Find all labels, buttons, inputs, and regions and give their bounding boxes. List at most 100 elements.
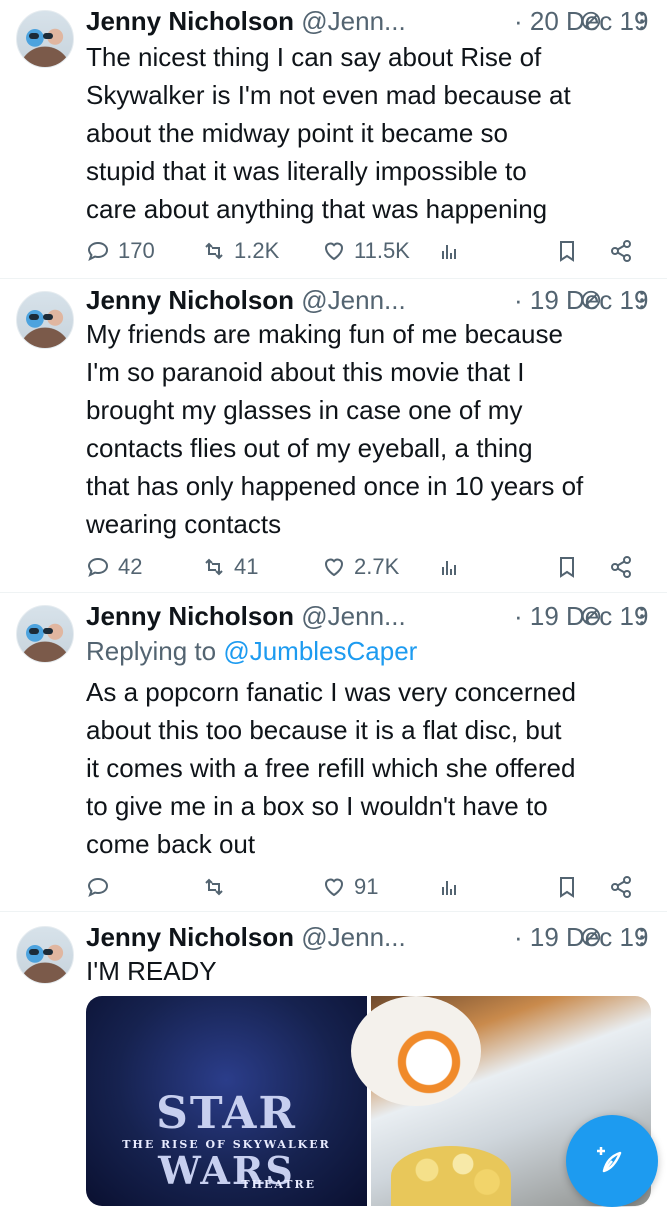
bookmark-button[interactable]	[552, 233, 582, 269]
replying-to: Replying to @JumblesCaper	[86, 633, 417, 669]
text-line: that has only happened once in 10 years …	[86, 471, 584, 501]
author-name[interactable]: Jenny Nicholson	[86, 922, 294, 952]
heart-icon	[324, 558, 344, 577]
share-button[interactable]	[606, 549, 636, 585]
repost-button[interactable]	[202, 869, 234, 905]
feather-plus-icon	[597, 1147, 622, 1173]
repost-button[interactable]: 41	[202, 549, 258, 585]
text-line: I'm so paranoid about this movie that I	[86, 357, 525, 387]
avatar[interactable]	[16, 10, 74, 68]
repost-count: 1.2K	[234, 238, 280, 263]
heart-icon	[324, 242, 344, 261]
author-handle[interactable]: @Jenn...	[301, 601, 405, 631]
poster-theatre-text: THEATRE	[241, 1178, 316, 1191]
tweet-actions: 170 1.2K 11.5K	[86, 233, 646, 269]
bb8-figure	[351, 996, 481, 1106]
reply-button[interactable]	[86, 869, 118, 905]
tweet-text: As a popcorn fanatic I was very concerne…	[86, 673, 646, 863]
bar-chart-icon	[442, 561, 456, 575]
text-line: The nicest thing I can say about Rise of	[86, 42, 542, 72]
avatar[interactable]	[16, 605, 74, 663]
share-icon	[611, 876, 631, 898]
repost-arrows-icon	[205, 558, 223, 576]
bookmark-button[interactable]	[552, 549, 582, 585]
vertical-dots-icon[interactable]	[630, 603, 654, 629]
bookmark-icon	[560, 241, 574, 262]
heart-icon	[324, 878, 344, 897]
text-line: it comes with a free refill which she of…	[86, 753, 576, 783]
like-button[interactable]: 91	[322, 869, 378, 905]
avatar[interactable]	[16, 291, 74, 349]
repost-arrows-icon	[205, 878, 223, 896]
bar-chart-icon	[442, 245, 456, 259]
share-icon	[611, 556, 631, 578]
speech-bubble-icon	[87, 557, 109, 577]
author-name[interactable]: Jenny Nicholson	[86, 6, 294, 36]
replying-to-label: Replying to	[86, 636, 217, 666]
repost-count: 41	[234, 554, 259, 579]
text-line: Skywalker is I'm not even mad because at	[86, 80, 571, 110]
bookmark-button[interactable]	[552, 869, 582, 905]
text-line: My friends are making fun of me because	[86, 319, 563, 349]
speech-bubble-icon	[87, 877, 109, 897]
like-count: 91	[354, 874, 379, 899]
share-button[interactable]	[606, 233, 636, 269]
repost-button[interactable]: 1.2K	[202, 233, 279, 269]
bookmark-icon	[560, 877, 574, 898]
author-handle[interactable]: @Jenn...	[301, 285, 405, 315]
tweet-1[interactable]: Jenny Nicholson @Jenn... · 20 Dec 19 The…	[0, 0, 667, 279]
like-button[interactable]: 2.7K	[322, 549, 399, 585]
speech-bubble-icon	[87, 241, 109, 261]
replying-to-user-link[interactable]: @JumblesCaper	[223, 636, 417, 666]
vertical-dots-icon[interactable]	[630, 924, 654, 950]
no-entry-circle-icon	[581, 11, 601, 31]
repost-arrows-icon	[205, 242, 223, 260]
text-line: about this too because it is a flat disc…	[86, 715, 562, 745]
text-line: come back out	[86, 829, 256, 859]
like-button[interactable]: 11.5K	[322, 233, 410, 269]
avatar[interactable]	[16, 926, 74, 984]
author-handle[interactable]: @Jenn...	[301, 922, 405, 952]
author-handle[interactable]: @Jenn...	[301, 6, 405, 36]
vertical-dots-icon[interactable]	[630, 287, 654, 313]
tweet-actions: 42 41 2.7K	[86, 549, 646, 585]
share-button[interactable]	[606, 869, 636, 905]
no-entry-circle-icon	[581, 606, 601, 626]
tweet-2[interactable]: Jenny Nicholson @Jenn... · 19 Dec 19 My …	[0, 279, 667, 593]
reply-count: 170	[118, 238, 155, 263]
timeline-feed: Jenny Nicholson @Jenn... · 20 Dec 19 The…	[0, 0, 667, 1207]
bar-chart-icon	[442, 881, 456, 895]
reply-count: 42	[118, 554, 143, 579]
reply-button[interactable]: 170	[86, 233, 155, 269]
text-line: As a popcorn fanatic I was very concerne…	[86, 677, 576, 707]
poster-star-text: STAR	[156, 1088, 297, 1139]
tweet-media-grid[interactable]: STAR THE RISE OF SKYWALKER WARS THEATRE	[86, 996, 651, 1206]
like-count: 11.5K	[354, 238, 410, 263]
author-name[interactable]: Jenny Nicholson	[86, 285, 294, 315]
text-line: to give me in a box so I wouldn't have t…	[86, 791, 548, 821]
tweet-text: The nicest thing I can say about Rise of…	[86, 38, 646, 228]
share-icon	[611, 240, 631, 262]
text-line: about the midway point it became so	[86, 118, 509, 148]
tweet-text: My friends are making fun of me because …	[86, 315, 646, 543]
popcorn-pile	[391, 1146, 511, 1206]
text-line: wearing contacts	[86, 509, 282, 539]
reply-button[interactable]: 42	[86, 549, 142, 585]
tweet-text: I'M READY	[86, 952, 646, 990]
author-name[interactable]: Jenny Nicholson	[86, 601, 294, 631]
text-line: contacts flies out of my eyeball, a thin…	[86, 433, 533, 463]
views-button[interactable]	[434, 869, 464, 905]
views-button[interactable]	[434, 549, 464, 585]
text-line: brought my glasses in case one of my	[86, 395, 523, 425]
no-entry-circle-icon	[581, 290, 601, 310]
tweet-actions: 91	[86, 869, 646, 905]
compose-post-button[interactable]	[566, 1115, 658, 1207]
tweet-3[interactable]: Jenny Nicholson @Jenn... · 19 Dec 19 Rep…	[0, 593, 667, 912]
bookmark-icon	[560, 557, 574, 578]
no-entry-circle-icon	[581, 927, 601, 947]
text-line: care about anything that was happening	[86, 194, 548, 224]
media-image-star-wars-theatre[interactable]: STAR THE RISE OF SKYWALKER WARS THEATRE	[86, 996, 367, 1206]
vertical-dots-icon[interactable]	[630, 8, 654, 34]
text-line: stupid that it was literally impossible …	[86, 156, 527, 186]
views-button[interactable]	[434, 233, 464, 269]
